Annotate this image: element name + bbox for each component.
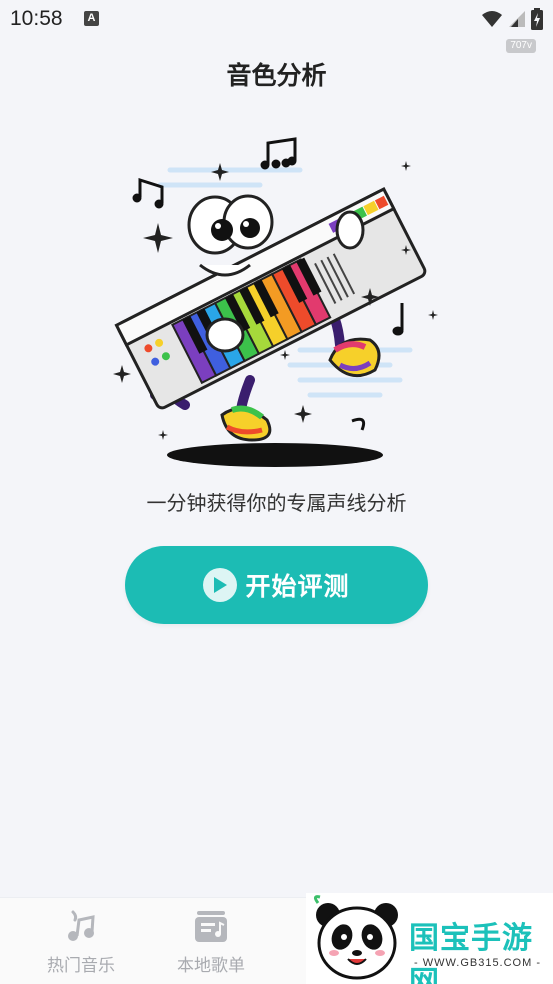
status-bar: 10:58 A 707v — [0, 0, 553, 53]
tab-hot-music-label: 热门音乐 — [47, 956, 115, 976]
tab-local-playlist-label: 本地歌单 — [177, 956, 245, 976]
tagline: 一分钟获得你的专属声线分析 — [146, 491, 407, 515]
panda-logo-icon — [313, 895, 398, 980]
playlist-icon — [195, 911, 227, 942]
status-indicators — [481, 8, 543, 30]
tab-local-playlist[interactable]: 本地歌单 — [151, 898, 271, 984]
music-note-icon — [68, 910, 95, 941]
play-icon — [203, 568, 238, 602]
page-title: 音色分析 — [226, 61, 327, 90]
status-time: 10:58 — [10, 7, 63, 30]
start-button-label: 开始评测 — [245, 573, 350, 601]
wifi-icon — [481, 11, 502, 27]
network-speed-badge: 707v — [506, 39, 536, 53]
start-evaluation-button[interactable]: 开始评测 — [125, 546, 428, 624]
notification-icon: A — [84, 11, 99, 26]
watermark-brand: 国宝手游网 — [409, 921, 533, 984]
keyboard-mascot-illustration — [100, 125, 460, 475]
watermark-url: - WWW.GB315.COM - — [414, 957, 541, 969]
tab-hot-music[interactable]: 热门音乐 — [21, 898, 141, 984]
watermark: 国宝手游网 - WWW.GB315.COM - — [306, 893, 553, 984]
battery-icon — [531, 8, 543, 30]
cell-signal-icon — [508, 11, 525, 27]
